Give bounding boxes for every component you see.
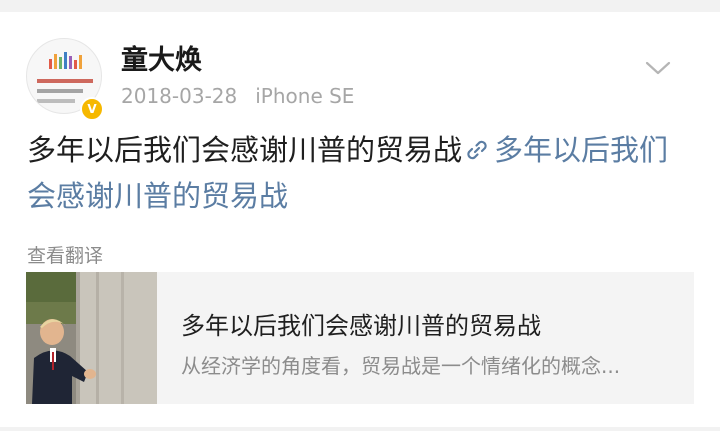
username[interactable]: 童大焕 (121, 38, 202, 77)
weibo-post-card: V 童大焕 2018-03-28 iPhone SE 多年以后我们会感谢川普的贸易… (0, 12, 720, 431)
link-icon (467, 140, 487, 160)
avatar-cover-line (37, 99, 75, 103)
post-text: 多年以后我们会感谢川普的贸易战 多年以后我们会感谢川普的贸易战 (27, 127, 697, 219)
link-preview-card[interactable]: 多年以后我们会感谢川普的贸易战 从经济学的角度看，贸易战是一个情绪化的概念... (26, 272, 694, 404)
top-separator (0, 0, 720, 12)
link-card-title: 多年以后我们会感谢川普的贸易战 (181, 312, 541, 340)
post-body-text: 多年以后我们会感谢川普的贸易战 (27, 133, 463, 167)
verified-badge-icon: V (80, 97, 104, 121)
post-date: 2018-03-28 (121, 84, 238, 108)
bottom-separator (0, 427, 720, 431)
post-meta: 2018-03-28 iPhone SE (121, 84, 354, 108)
post-device: iPhone SE (255, 84, 355, 108)
chevron-down-icon[interactable] (645, 57, 671, 79)
link-card-description: 从经济学的角度看，贸易战是一个情绪化的概念... (181, 354, 621, 378)
avatar-icon (49, 52, 82, 69)
view-translation-button[interactable]: 查看翻译 (27, 241, 103, 268)
article-thumbnail (26, 272, 157, 404)
avatar-cover-line (37, 79, 93, 83)
avatar-cover-line (37, 89, 83, 93)
